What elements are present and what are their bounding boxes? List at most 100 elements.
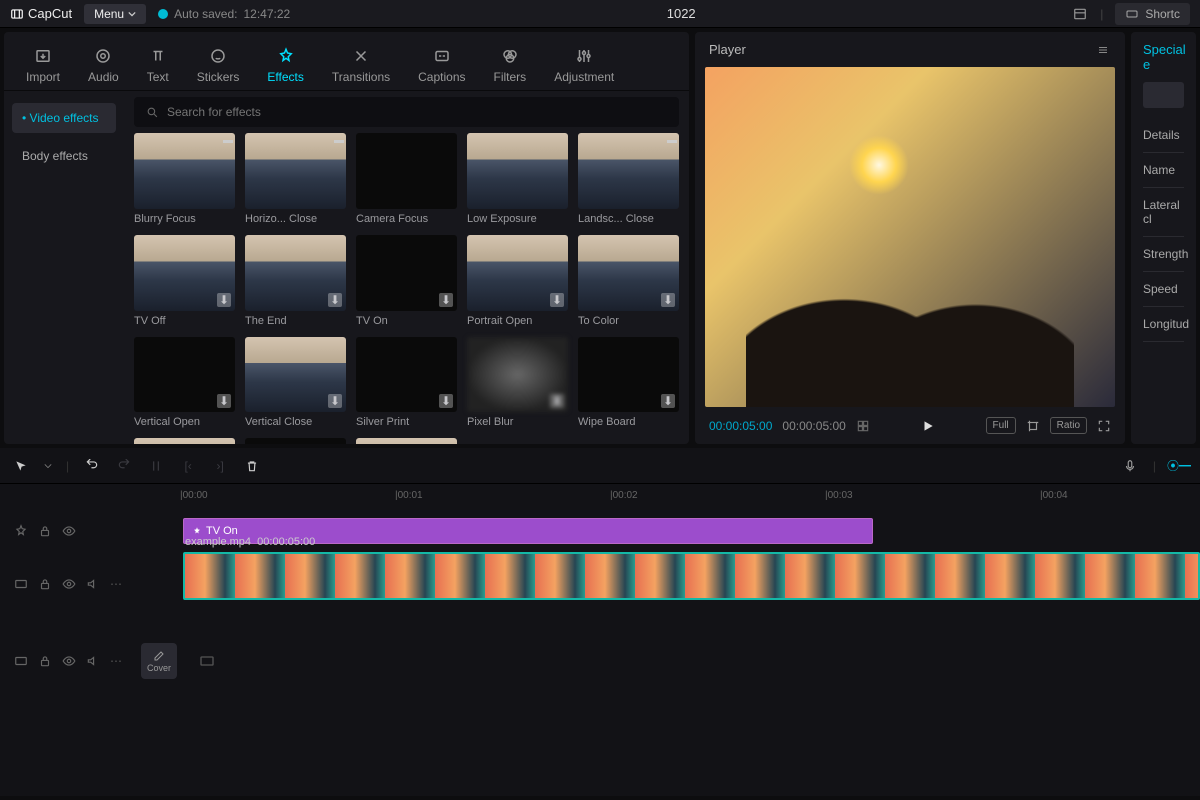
lock-icon[interactable] (38, 524, 52, 538)
sidebar-item-body-effects[interactable]: Body effects (12, 141, 116, 171)
effect-card[interactable]: ⬇Silver Print (356, 337, 457, 429)
effect-card[interactable]: Camera Focus (356, 133, 457, 225)
undo-button[interactable] (83, 459, 101, 473)
effect-card[interactable] (356, 438, 457, 444)
download-icon: ⬇ (439, 293, 453, 307)
props-lateral[interactable]: Lateral cl (1143, 188, 1184, 237)
effect-label: TV Off (134, 315, 235, 327)
properties-panel: Special e Details Name Lateral cl Streng… (1131, 32, 1196, 444)
eye-icon[interactable] (62, 577, 76, 591)
effects-panel: Import Audio Text Stickers Effects Trans… (4, 32, 689, 444)
effect-card[interactable]: ⬇TV Off (134, 235, 235, 327)
video-clip[interactable] (183, 552, 1200, 600)
search-input[interactable] (167, 105, 667, 119)
fullscreen-icon[interactable] (1097, 419, 1111, 433)
tab-transitions[interactable]: Transitions (318, 40, 404, 90)
effect-card[interactable] (245, 438, 346, 444)
effect-card[interactable]: ⬇Portrait Open (467, 235, 568, 327)
ruler-tick: |00:04 (1040, 490, 1068, 501)
props-longitude[interactable]: Longitud (1143, 307, 1184, 342)
menu-button[interactable]: Menu (84, 4, 146, 24)
effect-card[interactable]: ▬Horizo... Close (245, 133, 346, 225)
mute-icon[interactable] (86, 654, 100, 668)
audio-icon (94, 47, 112, 65)
play-button[interactable] (921, 419, 935, 433)
effect-card[interactable]: ⬇ TV On (356, 235, 457, 327)
player-viewport[interactable] (705, 67, 1115, 407)
props-details: Details (1143, 118, 1184, 153)
cut-left-tool[interactable]: [‹ (179, 459, 197, 473)
effect-label: TV On (356, 315, 457, 327)
shortcut-button[interactable]: Shortc (1115, 3, 1190, 25)
effects-search[interactable] (134, 97, 679, 127)
eye-icon[interactable] (62, 524, 76, 538)
ruler-tick: |00:00 (180, 490, 208, 501)
ratio-button[interactable]: Ratio (1050, 417, 1087, 434)
effect-card[interactable]: ⬇Wipe Board (578, 337, 679, 429)
effects-icon (277, 47, 295, 65)
effect-card[interactable]: ⬇Vertical Open (134, 337, 235, 429)
video-clip-label: example.mp4 00:00:05:00 (185, 536, 315, 548)
tab-import[interactable]: Import (12, 40, 74, 90)
chevron-down-icon[interactable] (44, 462, 52, 470)
download-icon: ⬇ (550, 293, 564, 307)
cut-right-tool[interactable]: ›] (211, 459, 229, 473)
effect-card[interactable]: ▬Blurry Focus (134, 133, 235, 225)
timeline: | [‹ ›] | ⦿━ |00:00|00:01|00:02|00:03|00… (0, 448, 1200, 796)
app-logo: CapCut (10, 6, 72, 21)
full-button[interactable]: Full (986, 417, 1016, 434)
cover-track-icon[interactable] (14, 654, 28, 668)
tab-text[interactable]: Text (133, 40, 183, 90)
effect-label: Pixel Blur (467, 416, 568, 428)
tab-captions[interactable]: Captions (404, 40, 479, 90)
add-clip-placeholder[interactable] (197, 653, 217, 669)
text-icon (149, 47, 167, 65)
crop-icon[interactable] (1026, 419, 1040, 433)
video-track: ⋯ example.mp4 00:00:05:00 (0, 552, 1200, 616)
logo-icon (10, 7, 24, 21)
tab-effects[interactable]: Effects (253, 40, 317, 90)
effect-label: The End (245, 315, 346, 327)
select-tool[interactable] (12, 459, 30, 473)
redo-button[interactable] (115, 459, 133, 473)
delete-button[interactable] (243, 459, 261, 473)
effect-track-icon[interactable] (14, 524, 28, 538)
tab-adjustment[interactable]: Adjustment (540, 40, 628, 90)
effect-card[interactable] (134, 438, 235, 444)
ruler-tick: |00:02 (610, 490, 638, 501)
media-tabs: Import Audio Text Stickers Effects Trans… (4, 32, 689, 91)
split-tool[interactable] (147, 459, 165, 473)
effect-card[interactable]: Low Exposure (467, 133, 568, 225)
effect-card[interactable]: ▬Landsc... Close (578, 133, 679, 225)
close-badge: ▬ (334, 135, 344, 146)
menu-icon[interactable] (1095, 44, 1111, 56)
close-badge: ▬ (223, 135, 233, 146)
timeline-ruler[interactable]: |00:00|00:01|00:02|00:03|00:04 (0, 484, 1200, 510)
effect-card[interactable]: ⬇To Color (578, 235, 679, 327)
lock-icon[interactable] (38, 577, 52, 591)
timecode-current: 00:00:05:00 (709, 419, 772, 433)
lock-icon[interactable] (38, 654, 52, 668)
props-strength[interactable]: Strength (1143, 237, 1184, 272)
eye-icon[interactable] (62, 654, 76, 668)
ruler-tick: |00:01 (395, 490, 423, 501)
video-track-icon[interactable] (14, 577, 28, 591)
effect-label: Low Exposure (467, 213, 568, 225)
layout-icon[interactable] (1072, 7, 1088, 21)
mute-icon[interactable] (86, 577, 100, 591)
effect-card[interactable]: ⬇The End (245, 235, 346, 327)
mic-button[interactable] (1121, 458, 1139, 474)
edit-icon (153, 650, 165, 662)
tab-stickers[interactable]: Stickers (183, 40, 254, 90)
properties-selector[interactable] (1143, 82, 1184, 108)
download-icon: ⬇ (439, 394, 453, 408)
toggle-button[interactable]: ⦿━ (1170, 457, 1188, 474)
tab-filters[interactable]: Filters (480, 40, 541, 90)
grid-icon[interactable] (856, 419, 870, 433)
effect-card[interactable]: ⬇Vertical Close (245, 337, 346, 429)
cover-button[interactable]: Cover (141, 643, 177, 679)
sidebar-item-video-effects[interactable]: • Video effects (12, 103, 116, 133)
props-speed[interactable]: Speed (1143, 272, 1184, 307)
effect-card[interactable]: ⬇Pixel Blur (467, 337, 568, 429)
tab-audio[interactable]: Audio (74, 40, 133, 90)
